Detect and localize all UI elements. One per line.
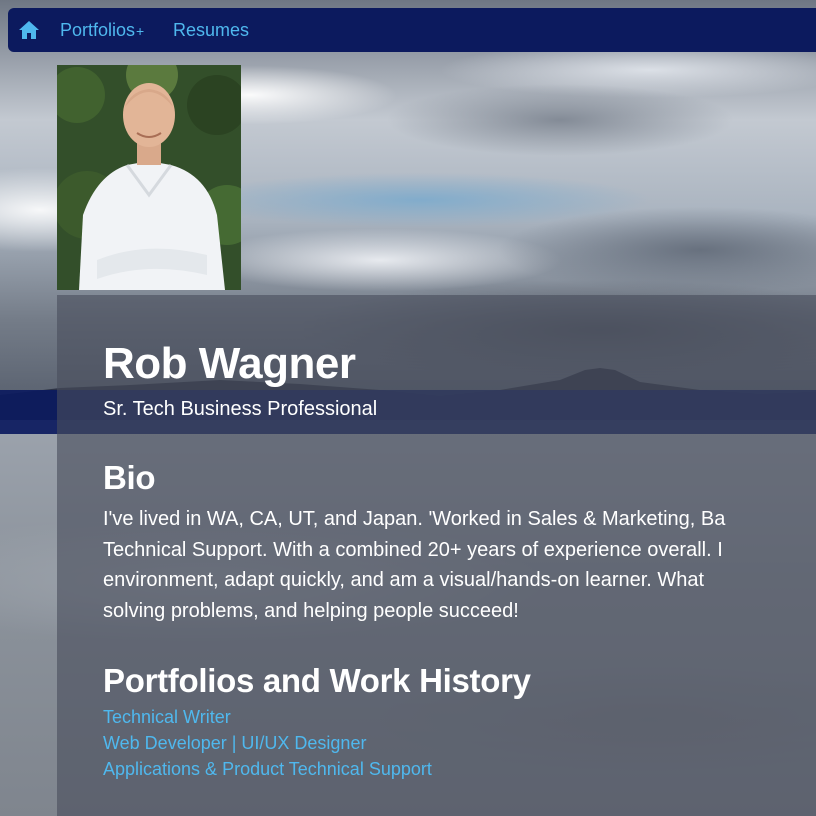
home-icon[interactable] — [18, 20, 40, 40]
home-icon-svg — [19, 21, 39, 39]
nav-portfolios-label: Portfolios — [60, 20, 136, 40]
bio-text: I've lived in WA, CA, UT, and Japan. 'Wo… — [103, 504, 816, 626]
bio-line: I've lived in WA, CA, UT, and Japan. 'Wo… — [103, 508, 726, 530]
bio-line: environment, adapt quickly, and am a vis… — [103, 569, 705, 591]
nav-portfolios-dropdown[interactable]: Portfolios+ — [60, 8, 144, 52]
bio-heading: Bio — [103, 459, 156, 496]
portfolio-links-list: Technical Writer Web Developer | UI/UX D… — [103, 704, 432, 782]
portfolios-heading: Portfolios and Work History — [103, 662, 531, 699]
profile-photo — [57, 65, 241, 290]
nav-resumes-link[interactable]: Resumes — [173, 8, 249, 52]
link-technical-writer[interactable]: Technical Writer — [103, 704, 432, 730]
bio-line: solving problems, and helping people suc… — [103, 599, 519, 622]
bio-line: Technical Support. With a combined 20+ y… — [103, 538, 723, 561]
profile-title: Sr. Tech Business Professional — [103, 398, 378, 420]
profile-photo-portrait — [57, 65, 241, 290]
top-navbar: Portfolios+ Resumes — [8, 8, 816, 52]
nav-portfolios-plus: + — [136, 23, 145, 39]
link-technical-support[interactable]: Applications & Product Technical Support — [103, 756, 432, 782]
link-web-developer[interactable]: Web Developer | UI/UX Designer — [103, 730, 432, 756]
profile-panel: Rob Wagner Sr. Tech Business Professiona… — [57, 295, 816, 816]
profile-name: Rob Wagner — [103, 339, 356, 388]
